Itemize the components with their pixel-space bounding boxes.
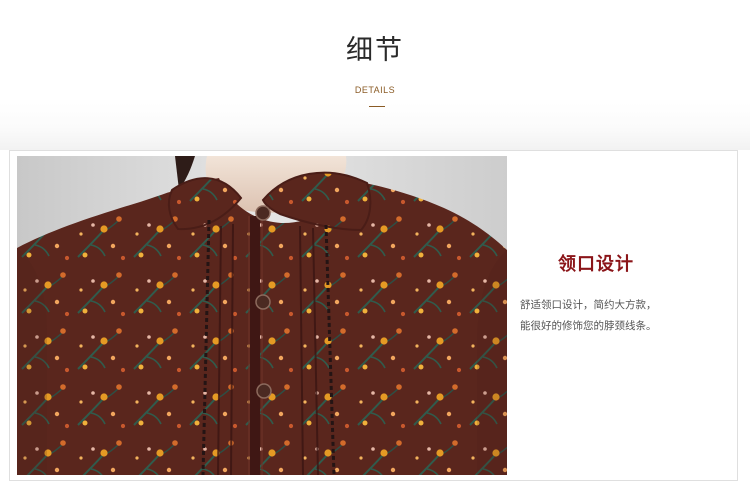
details-page: 细节 DETAILS 领口设计 舒适领口设计，简约大方款， 能很好的修饰您的脖颈…	[0, 0, 750, 486]
feature-title: 领口设计	[558, 254, 634, 275]
feature-description-line-1: 舒适领口设计，简约大方款，	[520, 299, 657, 311]
section-subtitle: DETAILS	[354, 85, 396, 95]
feature-description-line-2: 能很好的修饰您的脖颈线条。	[520, 320, 657, 332]
collar-detail-photo	[17, 156, 507, 475]
header-section: 细节 DETAILS	[0, 0, 750, 150]
section-title: 细节	[346, 35, 404, 66]
shirt-collar-illustration	[17, 156, 507, 475]
title-divider	[369, 106, 385, 107]
